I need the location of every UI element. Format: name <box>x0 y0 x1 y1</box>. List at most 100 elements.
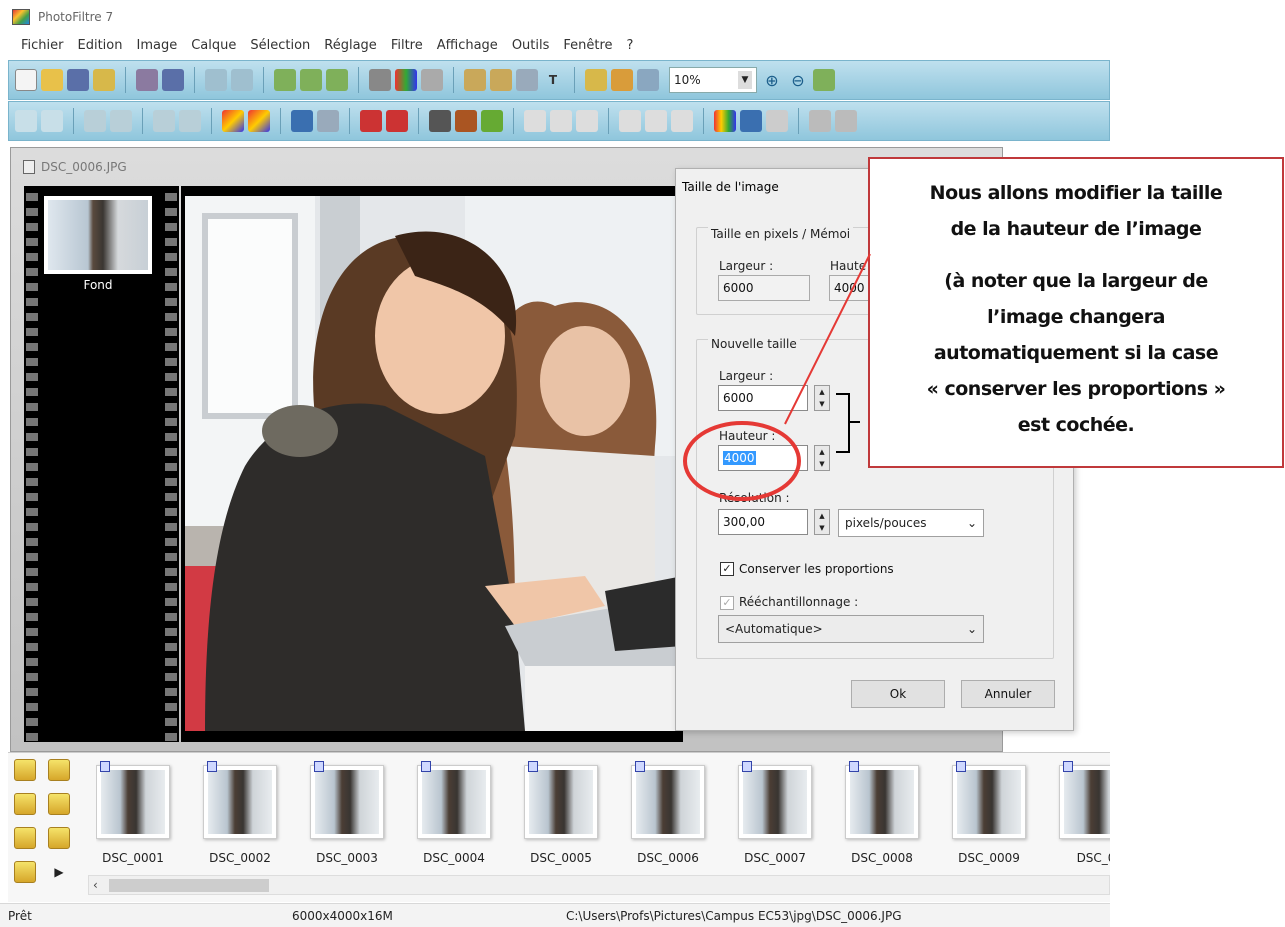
thumbnail-item[interactable]: DSC_0009 <box>952 761 1026 871</box>
menu-fenetre[interactable]: Fenêtre <box>556 36 619 58</box>
save-icon[interactable] <box>67 69 89 91</box>
canvas-size-icon[interactable] <box>490 69 512 91</box>
copy-image-icon[interactable] <box>274 69 296 91</box>
menu-edition[interactable]: Edition <box>71 36 130 58</box>
resolution-unit-select[interactable]: pixels/pouces ⌄ <box>838 509 984 537</box>
auto-levels-icon[interactable] <box>360 110 382 132</box>
thumbnail-item[interactable]: DSC_0 <box>1059 761 1110 871</box>
thumbnail-item[interactable]: DSC_0004 <box>417 761 491 871</box>
menu-image[interactable]: Image <box>129 36 184 58</box>
gamma-down-icon[interactable] <box>153 110 175 132</box>
print-icon[interactable] <box>136 69 158 91</box>
browser-tool-icon[interactable] <box>14 759 36 781</box>
menu-fichier[interactable]: Fichier <box>14 36 71 58</box>
filter-c-icon[interactable] <box>481 110 503 132</box>
saturation-down-icon[interactable] <box>222 110 244 132</box>
browser-tool-icon[interactable] <box>48 827 70 849</box>
redo-icon[interactable] <box>231 69 253 91</box>
paste-image-icon[interactable] <box>300 69 322 91</box>
crop-icon[interactable] <box>516 69 538 91</box>
open-folder-icon[interactable] <box>41 69 63 91</box>
keep-proportions-checkbox[interactable]: ✓ <box>720 562 734 576</box>
new-width-spinner[interactable]: ▲ ▼ <box>814 385 830 411</box>
paste-new-icon[interactable] <box>326 69 348 91</box>
thumbnail-item[interactable]: DSC_0002 <box>203 761 277 871</box>
equalize-icon[interactable] <box>317 110 339 132</box>
thumbnail-item[interactable]: DSC_0003 <box>310 761 384 871</box>
fit-window-icon[interactable] <box>813 69 835 91</box>
transform-icon[interactable] <box>766 110 788 132</box>
browser-tool-icon[interactable] <box>14 827 36 849</box>
saturation-up-icon[interactable] <box>248 110 270 132</box>
menu-reglage[interactable]: Réglage <box>317 36 384 58</box>
menu-affichage[interactable]: Affichage <box>430 36 505 58</box>
menu-outils[interactable]: Outils <box>505 36 557 58</box>
palette-icon[interactable] <box>395 69 417 91</box>
more-icon[interactable] <box>835 110 857 132</box>
thumbnail-item[interactable]: DSC_0006 <box>631 761 705 871</box>
browser-tool-icon[interactable] <box>14 793 36 815</box>
filter-b-icon[interactable] <box>455 110 477 132</box>
image-size-icon[interactable] <box>464 69 486 91</box>
chevron-down-icon[interactable]: ▼ <box>738 71 752 89</box>
sharpen-icon[interactable] <box>550 110 572 132</box>
scan-icon[interactable] <box>162 69 184 91</box>
levels-icon[interactable] <box>291 110 313 132</box>
flip-icon[interactable] <box>809 110 831 132</box>
layer-thumbnail[interactable] <box>44 196 152 274</box>
contrast-up-icon[interactable] <box>110 110 132 132</box>
menu-filtre[interactable]: Filtre <box>384 36 430 58</box>
zoom-select[interactable]: 10% ▼ <box>669 67 757 93</box>
stamp-icon[interactable] <box>611 69 633 91</box>
play-icon[interactable]: ▶ <box>48 861 70 883</box>
filter-a-icon[interactable] <box>429 110 451 132</box>
drop-icon[interactable] <box>645 110 667 132</box>
drop-more-icon[interactable] <box>671 110 693 132</box>
monitor-icon[interactable] <box>740 110 762 132</box>
new-height-spinner[interactable]: ▲ ▼ <box>814 445 830 471</box>
new-file-icon[interactable] <box>15 69 37 91</box>
thumbnail-item[interactable]: DSC_0005 <box>524 761 598 871</box>
keep-proportions-label[interactable]: Conserver les proportions <box>739 562 894 576</box>
resample-label[interactable]: Rééchantillonnage : <box>739 595 858 609</box>
browser-tool-icon[interactable] <box>48 793 70 815</box>
resample-checkbox[interactable]: ✓ <box>720 596 734 610</box>
filmstrip-scrollbar[interactable]: ‹ <box>88 875 1110 895</box>
browser-tool-icon[interactable] <box>14 861 36 883</box>
sharpen-more-icon[interactable] <box>576 110 598 132</box>
fill-icon[interactable] <box>369 69 391 91</box>
menu-selection[interactable]: Sélection <box>243 36 317 58</box>
ok-button[interactable]: Ok <box>851 680 945 708</box>
brightness-up-icon[interactable] <box>41 110 63 132</box>
thumbnail-item[interactable]: DSC_0001 <box>96 761 170 871</box>
thumbnail-item[interactable]: DSC_0008 <box>845 761 919 871</box>
cancel-button[interactable]: Annuler <box>961 680 1055 708</box>
adjust-icon[interactable] <box>421 69 443 91</box>
resample-select[interactable]: <Automatique> ⌄ <box>718 615 984 643</box>
resolution-spinner[interactable]: ▲ ▼ <box>814 509 830 535</box>
color-map-icon[interactable] <box>714 110 736 132</box>
menu-calque[interactable]: Calque <box>184 36 243 58</box>
new-height-input[interactable]: 4000 <box>718 445 808 471</box>
resolution-input[interactable]: 300,00 <box>718 509 808 535</box>
scrollbar-thumb[interactable] <box>109 879 269 892</box>
brightness-down-icon[interactable] <box>15 110 37 132</box>
scroll-left-icon[interactable]: ‹ <box>93 878 98 892</box>
image-canvas[interactable] <box>181 186 683 742</box>
gamma-up-icon[interactable] <box>179 110 201 132</box>
auto-contrast-icon[interactable] <box>386 110 408 132</box>
thumbnail-item[interactable]: DSC_0007 <box>738 761 812 871</box>
menu-help[interactable]: ? <box>620 36 641 58</box>
text-icon[interactable]: T <box>542 69 564 91</box>
window-icon[interactable] <box>637 69 659 91</box>
save-as-icon[interactable] <box>93 69 115 91</box>
zoom-out-icon[interactable]: ⊖ <box>787 69 809 91</box>
blur-icon[interactable] <box>524 110 546 132</box>
undo-icon[interactable] <box>205 69 227 91</box>
layers-icon[interactable] <box>585 69 607 91</box>
browser-tool-icon[interactable] <box>48 759 70 781</box>
zoom-in-icon[interactable]: ⊕ <box>761 69 783 91</box>
emboss-icon[interactable] <box>619 110 641 132</box>
new-width-input[interactable]: 6000 <box>718 385 808 411</box>
contrast-down-icon[interactable] <box>84 110 106 132</box>
